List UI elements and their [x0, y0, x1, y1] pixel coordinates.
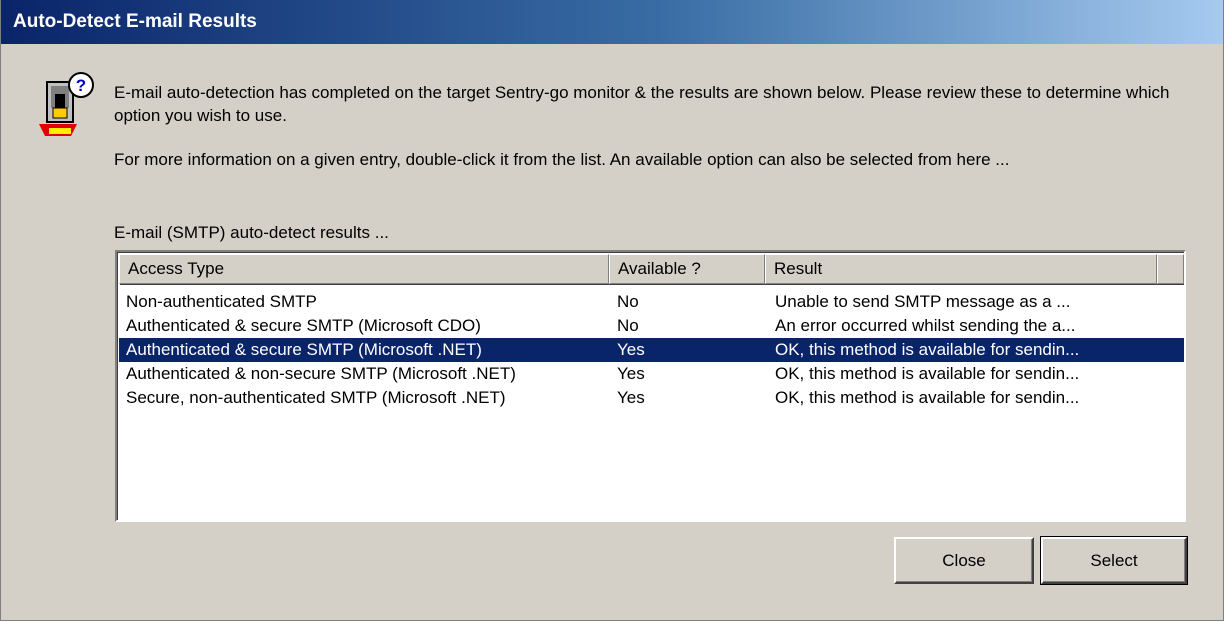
- column-header-filler: [1157, 254, 1184, 284]
- cell-access-type: Authenticated & secure SMTP (Microsoft .…: [126, 340, 482, 359]
- list-header: Access Type Available ? Result: [119, 254, 1184, 284]
- list-row-2-selected[interactable]: Authenticated & secure SMTP (Microsoft .…: [119, 338, 1184, 362]
- results-list[interactable]: Access Type Available ? Result Non-authe…: [115, 250, 1186, 522]
- cell-result: OK, this method is available for sendin.…: [775, 364, 1080, 383]
- cell-access-type: Non-authenticated SMTP: [126, 292, 317, 311]
- list-row-4[interactable]: Secure, non-authenticated SMTP (Microsof…: [119, 386, 1184, 410]
- intro-paragraph-help: For more information on a given entry, d…: [114, 150, 1010, 169]
- cell-available: Yes: [617, 388, 645, 407]
- cell-available: Yes: [617, 364, 645, 383]
- list-label: E-mail (SMTP) auto-detect results ...: [114, 223, 389, 242]
- cell-result: Unable to send SMTP message as a ...: [775, 292, 1071, 311]
- cell-result: An error occurred whilst sending the a..…: [775, 316, 1076, 335]
- select-button[interactable]: Select: [1040, 536, 1188, 585]
- cell-available: Yes: [617, 340, 645, 359]
- list-rows: Non-authenticated SMTP No Unable to send…: [119, 290, 1184, 410]
- close-button[interactable]: Close: [894, 537, 1034, 584]
- cell-access-type: Authenticated & secure SMTP (Microsoft C…: [126, 316, 481, 335]
- column-header-result[interactable]: Result: [765, 254, 1157, 284]
- list-row-0[interactable]: Non-authenticated SMTP No Unable to send…: [119, 290, 1184, 314]
- column-header-access-type[interactable]: Access Type: [119, 254, 609, 284]
- cell-result: OK, this method is available for sendin.…: [775, 340, 1080, 359]
- column-header-available[interactable]: Available ?: [609, 254, 765, 284]
- list-row-1[interactable]: Authenticated & secure SMTP (Microsoft C…: [119, 314, 1184, 338]
- cell-result: OK, this method is available for sendin.…: [775, 388, 1080, 407]
- intro-paragraph-results: E-mail auto-detection has completed on t…: [114, 83, 1170, 125]
- cell-available: No: [617, 316, 639, 335]
- dialog-window: Auto-Detect E-mail Results ? E-mail auto…: [0, 0, 1224, 621]
- cell-available: No: [617, 292, 639, 311]
- cell-access-type: Secure, non-authenticated SMTP (Microsof…: [126, 388, 506, 407]
- title-bar[interactable]: Auto-Detect E-mail Results: [1, 0, 1223, 44]
- list-row-3[interactable]: Authenticated & non-secure SMTP (Microso…: [119, 362, 1184, 386]
- security-question-icon: ?: [33, 72, 99, 142]
- svg-text:?: ?: [76, 76, 86, 95]
- cell-access-type: Authenticated & non-secure SMTP (Microso…: [126, 364, 516, 383]
